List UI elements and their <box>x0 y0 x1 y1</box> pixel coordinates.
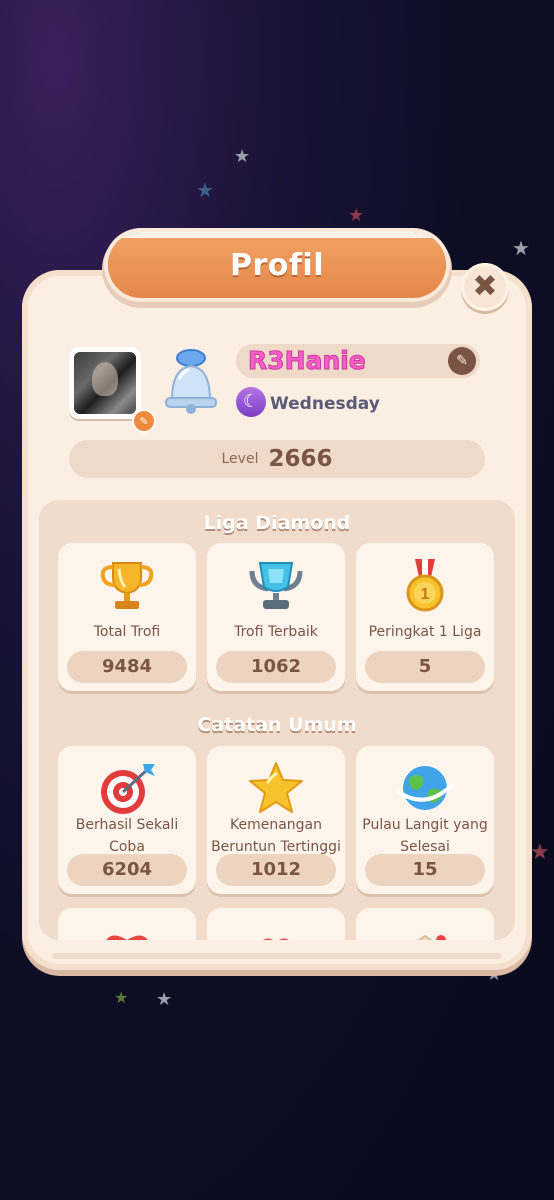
stat-value: 9484 <box>67 651 187 683</box>
heart-icon <box>263 938 289 940</box>
avatar[interactable] <box>69 347 141 419</box>
level-label: Level <box>221 451 259 467</box>
bell-frame-icon[interactable] <box>160 348 222 416</box>
stat-value: 1012 <box>216 854 336 886</box>
profile-panel: ✎ R3Hanie ✎ ☾ Wednesday Level 2666 Liga … <box>22 270 532 970</box>
stat-card-first-try: Berhasil Sekali Coba 6204 <box>58 746 196 894</box>
gold-medal-icon: 1 <box>406 559 444 612</box>
stat-value: 1062 <box>216 651 336 683</box>
moon-badge-icon: ☾ <box>236 387 266 417</box>
diamond-trophy-icon <box>249 562 303 609</box>
target-icon <box>101 764 155 814</box>
stat-label: Pulau Langit yang Selesai <box>362 817 488 855</box>
stat-value: 15 <box>365 854 485 886</box>
stat-label: Berhasil Sekali Coba <box>75 817 179 855</box>
globe-icon <box>397 766 453 810</box>
stat-label: Peringkat 1 Liga <box>368 624 482 640</box>
close-icon: ✖ <box>472 269 498 304</box>
general-section-title: Catatan Umum <box>197 714 357 736</box>
close-button[interactable]: ✖ <box>461 263 509 311</box>
stat-label: Kemenangan Beruntun Tertinggi <box>211 817 341 855</box>
edit-avatar-icon[interactable]: ✎ <box>132 409 156 433</box>
background-star-icon: ★ <box>348 205 365 226</box>
stat-label: Trofi Terbaik <box>234 624 318 640</box>
level-value: 2666 <box>268 446 333 472</box>
background-star-icon: ★ <box>196 178 214 202</box>
star-icon <box>249 762 303 813</box>
stat-card-best-trophies: Trofi Terbaik 1062 <box>207 543 345 691</box>
stat-card-win-streak: Kemenangan Beruntun Tertinggi 1012 <box>207 746 345 894</box>
svg-text:1: 1 <box>421 586 430 603</box>
background-star-icon: ★ <box>234 146 251 167</box>
gold-trophy-icon <box>100 562 154 609</box>
profile-title-banner: Profil <box>108 232 446 298</box>
stat-value: 5 <box>365 651 485 683</box>
background-star-icon: ★ <box>530 840 550 865</box>
stat-card-total-trophies: Total Trofi 9484 <box>58 543 196 691</box>
panel-bottom-edge <box>52 953 502 959</box>
stat-card-league-first: 1 Peringkat 1 Liga 5 <box>356 543 494 691</box>
heart-icon <box>106 935 148 940</box>
league-section-title: Liga Diamond <box>203 512 351 534</box>
player-title: Wednesday <box>270 394 380 414</box>
username-field: R3Hanie ✎ <box>236 344 480 378</box>
stat-card-sky-islands: Pulau Langit yang Selesai 15 <box>356 746 494 894</box>
stat-card-partial <box>58 908 196 940</box>
background-star-icon: ★ <box>512 236 530 260</box>
username: R3Hanie <box>248 346 367 376</box>
stat-card-partial <box>356 908 494 940</box>
page-title: Profil <box>229 247 324 283</box>
stats-section: Liga Diamond Total Trofi 9484 Trofi Terb… <box>39 500 515 940</box>
stat-label: Total Trofi <box>93 624 161 640</box>
stat-card-partial <box>207 908 345 940</box>
background-star-icon: ★ <box>156 989 173 1010</box>
background-star-icon: ★ <box>114 988 129 1007</box>
stat-value: 6204 <box>67 854 187 886</box>
edit-name-icon[interactable]: ✎ <box>448 347 476 375</box>
level-bar: Level 2666 <box>69 440 485 478</box>
avatar-image <box>74 352 136 414</box>
envelope-icon <box>417 934 446 940</box>
